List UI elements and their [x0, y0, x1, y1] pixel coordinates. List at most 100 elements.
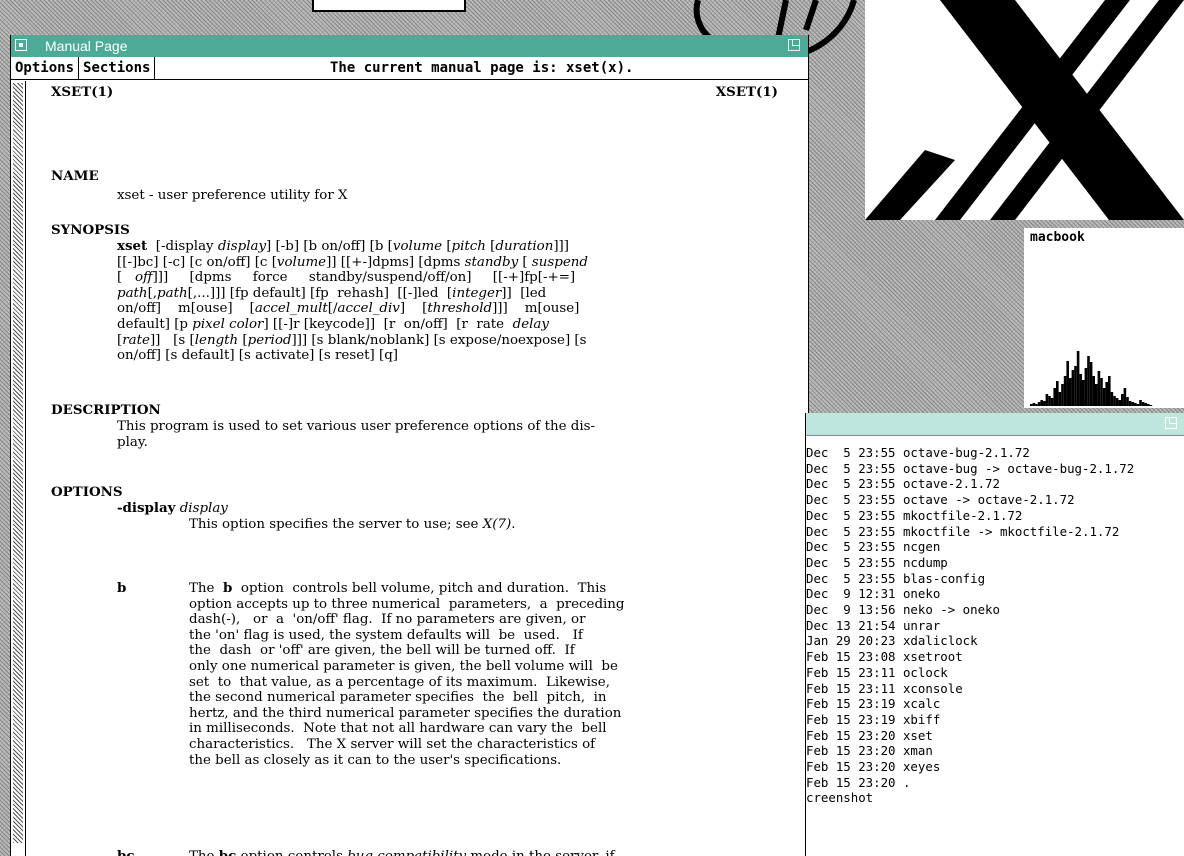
- console-window: Dec 5 23:55 octave-bug-2.1.72 Dec 5 23:55…: [805, 413, 1184, 856]
- xload-bar: [1037, 402, 1041, 406]
- name-text: xset - user preference utility for X: [117, 188, 348, 203]
- header-right: XSET(1): [715, 84, 778, 100]
- console-line: Dec 9 13:56 neko -> oneko: [806, 602, 1000, 618]
- console-titlebar[interactable]: [806, 413, 1184, 436]
- xload-bar: [1139, 400, 1142, 406]
- xload-bar: [1058, 392, 1062, 406]
- console-line: Dec 5 23:55 mkoctfile-2.1.72: [806, 507, 1023, 523]
- xload-bar: [1105, 382, 1108, 406]
- section-description-heading: DESCRIPTION: [51, 402, 161, 418]
- console-line: Feb 15 23:11 oclock: [806, 664, 948, 680]
- xload-bar: [1134, 403, 1137, 406]
- opt-bc-name: bc: [117, 848, 135, 856]
- window-title: Manual Page: [45, 38, 128, 54]
- xload-bar: [1121, 394, 1124, 406]
- sections-menu-button[interactable]: Sections: [79, 57, 156, 79]
- manual-page-titlebar[interactable]: Manual Page: [11, 35, 808, 57]
- opt-b-text: The b option controls bell volume, pitch…: [189, 580, 625, 768]
- x-logo: [865, 0, 1184, 220]
- xload-bar: [1118, 400, 1121, 406]
- xload-bar: [1123, 388, 1127, 406]
- console-line: Dec 5 23:55 octave-bug-2.1.72: [806, 445, 1030, 460]
- xload-bar: [1102, 388, 1106, 406]
- xload-bar: [1136, 404, 1140, 406]
- xload-bar: [1045, 394, 1049, 406]
- xload-bar: [1040, 400, 1043, 406]
- section-synopsis-heading: SYNOPSIS: [51, 222, 130, 238]
- manual-page-content: XSET(1) XSET(1) NAME xset - user prefere…: [33, 81, 788, 856]
- xload-bar: [1063, 376, 1067, 406]
- xload-bar: [1144, 403, 1147, 406]
- console-maximize-icon[interactable]: [1165, 417, 1177, 429]
- xload-bar: [1069, 378, 1072, 406]
- manual-page-window: Manual Page Options Sections The current…: [10, 35, 809, 856]
- console-line: Dec 5 23:55 mkoctfile -> mkoctfile-2.1.7…: [806, 523, 1120, 539]
- console-line: Feb 15 23:20 xeyes: [806, 759, 941, 775]
- manual-body: XSET(1) XSET(1) NAME xset - user prefere…: [11, 81, 808, 856]
- xload-bar: [1074, 366, 1077, 406]
- console-line: creenshot: [806, 790, 874, 806]
- section-options-heading: OPTIONS: [51, 484, 123, 500]
- console-line: Dec 5 23:55 blas-config: [806, 570, 986, 586]
- xload-bar: [1084, 368, 1088, 406]
- xload-bar: [1115, 398, 1119, 406]
- current-page-status: The current manual page is: xset(x).: [330, 60, 634, 76]
- options-menu-button[interactable]: Options: [11, 57, 80, 79]
- xload-bar: [1100, 378, 1103, 406]
- xload-bar: [1097, 371, 1101, 406]
- xload-bar: [1131, 402, 1134, 406]
- xload-bar: [1050, 398, 1054, 406]
- xload-bar: [1066, 361, 1069, 406]
- xload-bar: [1061, 384, 1064, 406]
- window-menu-icon[interactable]: [15, 39, 27, 51]
- console-line: Jan 29 20:23 xdaliclock: [806, 633, 978, 649]
- xload-bar: [1149, 405, 1153, 406]
- xload-bar: [1043, 401, 1046, 406]
- section-name-heading: NAME: [51, 168, 99, 184]
- xload-bar: [1126, 397, 1129, 406]
- console-line: Dec 5 23:55 octave-bug -> octave-bug-2.1…: [806, 460, 1135, 476]
- xload-bar: [1053, 388, 1056, 406]
- console-line: Dec 5 23:55 ncdump: [806, 554, 948, 570]
- page-header: XSET(1) XSET(1): [51, 84, 778, 101]
- xload-bar: [1141, 402, 1145, 406]
- xload-bar: [1030, 404, 1033, 406]
- opt-display-text: This option specifies the server to use;…: [189, 517, 516, 532]
- console-line: Feb 15 23:08 xsetroot: [806, 649, 963, 665]
- xload-bar: [1082, 380, 1085, 406]
- console-line: Feb 15 23:19 xcalc: [806, 696, 941, 712]
- console-line: Dec 9 12:31 oneko: [806, 586, 941, 602]
- synopsis-text: xset [-display display] [-b] [b on/off] …: [117, 238, 588, 364]
- console-line: Feb 15 23:20 .: [806, 774, 911, 790]
- xload-bar: [1032, 403, 1036, 406]
- console-line: Feb 15 23:20 xset: [806, 727, 933, 743]
- clock-window-fragment: [312, 0, 466, 12]
- scrollbar-thumb[interactable]: [13, 83, 23, 843]
- xload-bar: [1087, 356, 1090, 406]
- xload-bar: [1089, 362, 1093, 406]
- xload-bar: [1056, 381, 1059, 406]
- xload-bar: [1110, 392, 1114, 406]
- xload-bar: [1113, 396, 1116, 406]
- console-output: Dec 5 23:55 octave-bug-2.1.72 Dec 5 23:55…: [806, 445, 1184, 806]
- manual-menubar: Options Sections The current manual page…: [11, 57, 808, 80]
- opt-display-ref: X(7): [482, 517, 512, 532]
- xload-bar: [1076, 351, 1080, 406]
- console-line: Dec 5 23:55 octave-2.1.72: [806, 476, 1000, 492]
- opt-b-name: b: [117, 580, 127, 596]
- xload-bar: [1147, 404, 1150, 406]
- description-text: This program is used to set various user…: [117, 419, 596, 450]
- xload-graph: [1030, 351, 1153, 406]
- opt-display-name: -display display: [117, 500, 228, 516]
- console-line: Dec 5 23:55 octave -> octave-2.1.72: [806, 492, 1075, 508]
- xload-bar: [1108, 376, 1111, 406]
- xload-bar: [1035, 404, 1038, 406]
- xload-bar: [1092, 376, 1095, 406]
- console-line: Dec 13 21:54 unrar: [806, 617, 941, 633]
- console-line: Feb 15 23:11 xconsole: [806, 680, 963, 696]
- opt-bc-text: The bc option controls bug compatibility…: [189, 848, 615, 856]
- opt-display-desc: This option specifies the server to use;…: [189, 517, 483, 532]
- console-line: Dec 5 23:55 ncgen: [806, 539, 941, 555]
- vertical-scrollbar[interactable]: [11, 81, 26, 856]
- maximize-icon[interactable]: [788, 39, 800, 51]
